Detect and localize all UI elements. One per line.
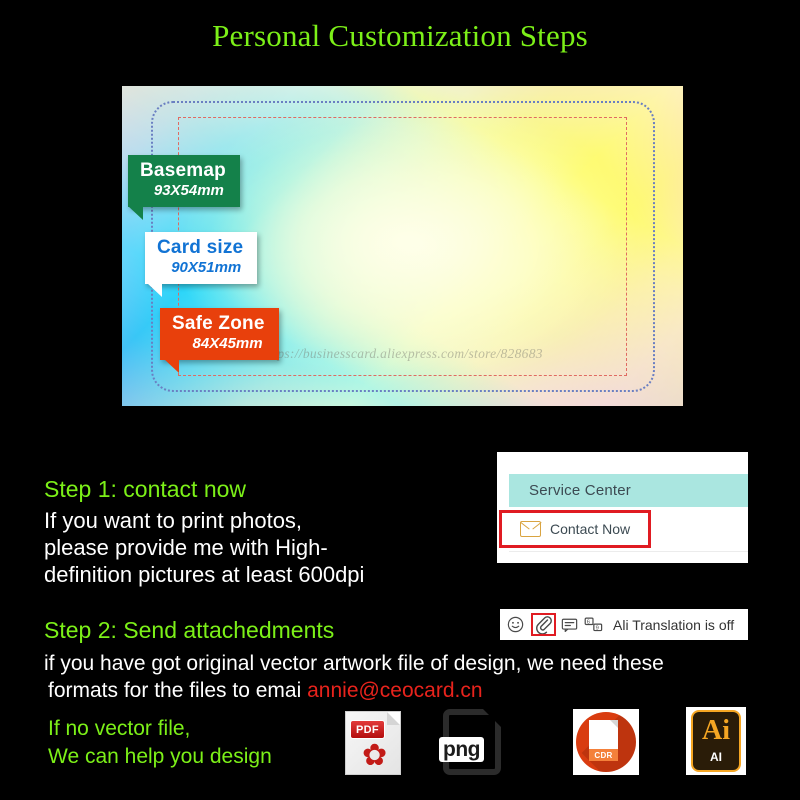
step1-line-1: If you want to print photos, [44, 508, 303, 533]
pdf-page-fold [387, 712, 400, 725]
pdf-file-icon: PDF ✿ [345, 711, 401, 775]
contact-now-label: Contact Now [550, 521, 631, 537]
contact-now-button[interactable]: Contact Now [499, 510, 651, 548]
callout-safe-zone: Safe Zone 84X45mm [160, 308, 279, 374]
chat-bubble-icon[interactable] [561, 617, 578, 633]
cdr-page-fold [610, 720, 618, 728]
service-center-header: Service Center [509, 474, 748, 507]
png-file-icon: png [439, 708, 502, 775]
callout-card-size-title: Card size [157, 237, 244, 258]
ai-label: AI [710, 750, 722, 764]
chat-toolbar: 6 9 Ali Translation is off [500, 609, 748, 640]
png-label: png [439, 737, 484, 762]
cdr-label: CDR [589, 749, 618, 761]
step1-line-3: definition pictures at least 600dpi [44, 562, 365, 587]
ai-file-icon: Ai AI [686, 707, 746, 775]
ai-glyph: Ai [702, 715, 730, 746]
step1-line-2: please provide me with High- [44, 535, 328, 560]
callout-basemap-dimensions: 93X54mm [153, 182, 224, 200]
png-page-fold [482, 708, 502, 728]
step1-heading: Step 1: contact now [44, 476, 247, 502]
step2-line-1: if you have got original vector artwork … [44, 652, 664, 675]
svg-text:6: 6 [587, 619, 590, 625]
ai-icon-body: Ai AI [691, 710, 741, 772]
service-center-title: Service Center [529, 482, 632, 499]
cdr-file-icon: CDR [573, 709, 639, 775]
callout-safe-zone-tail [164, 359, 179, 374]
callout-basemap-tail [128, 206, 143, 221]
service-center-panel: Service Center Contact Now [497, 452, 748, 563]
no-vector-line-2: We can help you design [48, 745, 272, 768]
translation-status-label: Ali Translation is off [613, 616, 735, 633]
step2-line-2-prefix: formats for the files to emai [48, 679, 308, 702]
callout-safe-zone-title: Safe Zone [172, 313, 265, 334]
cdr-document-shape [589, 720, 618, 749]
translate-icon[interactable]: 6 9 [584, 616, 603, 633]
paperclip-icon-highlight[interactable] [531, 613, 556, 636]
envelope-icon [520, 521, 541, 537]
step2-heading: Step 2: Send attachedments [44, 617, 335, 643]
callout-card-size-dimensions: 90X51mm [171, 259, 242, 277]
svg-text:9: 9 [596, 625, 599, 631]
callout-card-size-tail [147, 283, 162, 298]
no-vector-line-1: If no vector file, [48, 717, 191, 740]
divider [509, 551, 748, 552]
step2-line-2: formats for the files to emai annie@ceoc… [48, 679, 483, 703]
callout-basemap-title: Basemap [140, 160, 226, 181]
callout-safe-zone-dimensions: 84X45mm [192, 335, 263, 353]
callout-basemap: Basemap 93X54mm [128, 155, 240, 221]
contact-email[interactable]: annie@ceocard.cn [307, 679, 482, 702]
page-title: Personal Customization Steps [212, 18, 588, 53]
watermark-url: https://businesscard.aliexpress.com/stor… [262, 346, 543, 361]
smiley-icon[interactable] [507, 616, 524, 633]
callout-card-size: Card size 90X51mm [145, 232, 258, 298]
pdf-badge-label: PDF [350, 720, 385, 739]
paperclip-icon[interactable] [535, 615, 552, 634]
acrobat-glyph-icon: ✿ [362, 738, 388, 773]
